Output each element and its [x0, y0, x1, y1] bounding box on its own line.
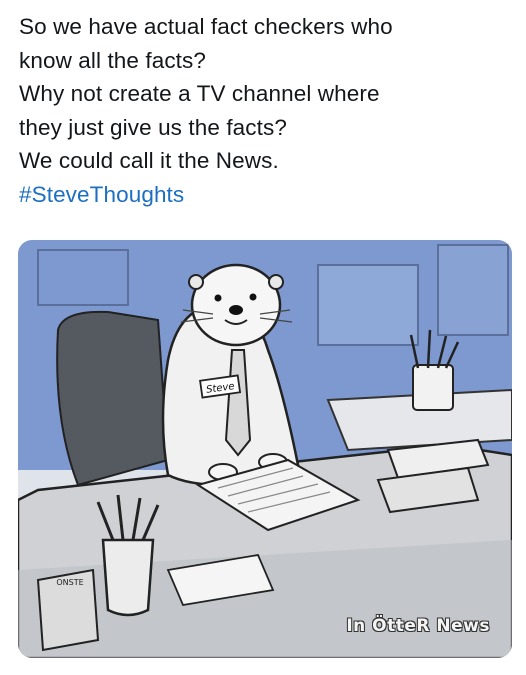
otter-eye-right — [249, 293, 257, 301]
post-line-3: Why not create a TV channel where — [19, 81, 380, 106]
pencil-cup-back — [412, 364, 454, 411]
wall-shelf — [437, 244, 509, 336]
post-line-2: know all the facts? — [19, 47, 206, 73]
wall-window — [317, 264, 419, 346]
post-line-4: they just give us the facts? — [19, 114, 287, 140]
post-line-1: So we have actual fact checkers who — [19, 14, 393, 39]
otter-nose — [229, 305, 243, 315]
hashtag-link[interactable]: #SteveThoughts — [19, 178, 514, 212]
snack-box-label: ONSTE — [56, 578, 83, 587]
post-image[interactable]: Steve ONSTE In ÖtteR News — [18, 240, 512, 658]
watermark-logo: In ÖtteR News — [346, 616, 490, 636]
otter-ear-left — [188, 274, 204, 290]
post-line-5: We could call it the News. — [19, 148, 279, 173]
otter-ear-right — [268, 274, 284, 290]
pencil-cup-front — [101, 538, 155, 617]
office-chair — [56, 310, 170, 487]
post-text: So we have actual fact checkers who know… — [19, 10, 514, 211]
otter-eye-left — [214, 294, 222, 302]
otter-at-desk-illustration: Steve ONSTE — [18, 240, 512, 658]
